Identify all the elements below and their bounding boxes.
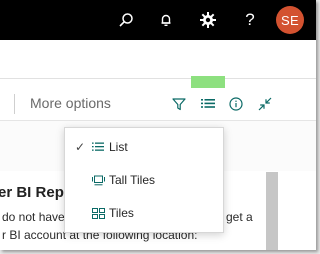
action-toolbar: More options: [0, 88, 316, 121]
app-window: ? SE More options er BI Rep do not have …: [0, 0, 316, 250]
toolbar-divider: [14, 94, 15, 114]
navigation-bar: [0, 40, 316, 79]
help-icon[interactable]: ?: [236, 6, 264, 34]
more-options-button[interactable]: More options: [30, 95, 111, 111]
tiles-icon: [91, 206, 105, 220]
menu-item-tall-tiles[interactable]: Tall Tiles: [65, 166, 223, 194]
app-header: ? SE: [0, 0, 316, 40]
menu-item-label: List: [109, 140, 128, 154]
search-icon[interactable]: [112, 6, 140, 34]
page-text-line1-right: get a: [226, 210, 253, 224]
list-view-icon[interactable]: [195, 90, 221, 118]
page-text-line1-left: do not have: [2, 210, 65, 224]
user-avatar[interactable]: SE: [276, 6, 304, 34]
checkmark-icon: ✓: [75, 140, 86, 154]
bell-icon[interactable]: [152, 6, 180, 34]
info-icon[interactable]: [223, 90, 249, 118]
menu-item-label: Tiles: [109, 206, 134, 220]
menu-item-list[interactable]: ✓ List: [65, 133, 223, 161]
view-options-menu: ✓ List Tall Tiles Tiles: [64, 127, 224, 233]
help-glyph: ?: [245, 10, 255, 29]
gear-icon[interactable]: [194, 6, 222, 34]
page-title-fragment: er BI Rep: [0, 184, 64, 201]
avatar-initials: SE: [281, 12, 299, 28]
menu-item-label: Tall Tiles: [109, 173, 156, 187]
tall-tiles-icon: [91, 173, 105, 187]
menu-item-tiles[interactable]: Tiles: [65, 199, 223, 227]
filter-icon[interactable]: [166, 90, 192, 118]
list-icon: [91, 140, 105, 154]
scrollbar[interactable]: [266, 172, 278, 250]
collapse-icon[interactable]: [252, 90, 278, 118]
